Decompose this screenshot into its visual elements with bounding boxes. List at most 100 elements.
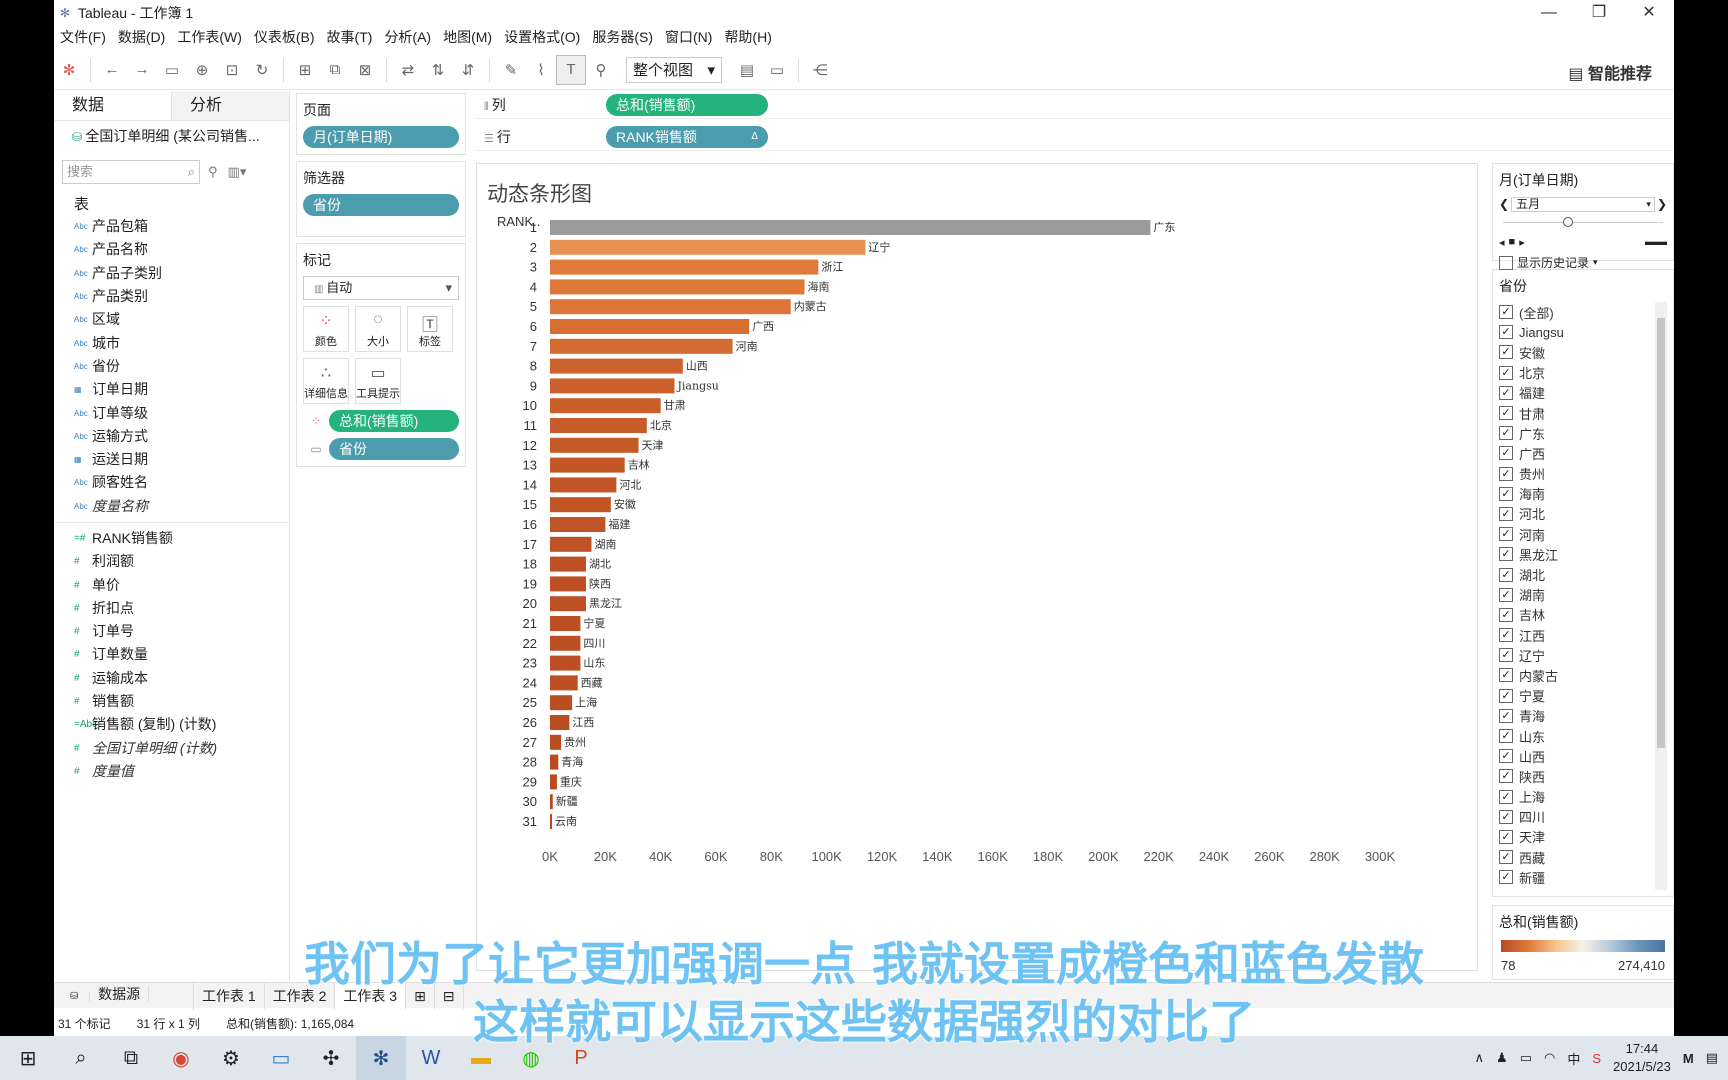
province-filter-item[interactable]: ✓ 吉林	[1499, 605, 1667, 625]
province-filter-item[interactable]: ✓ 河北	[1499, 504, 1667, 524]
bar[interactable]	[550, 299, 791, 315]
dimension-field-12[interactable]: Abc 度量名称	[54, 495, 289, 518]
bar[interactable]	[550, 319, 750, 334]
view-size-select[interactable]: 整个视图 ▾	[626, 56, 722, 83]
sort-descending-icon[interactable]: ⇵	[453, 55, 483, 85]
bar[interactable]	[550, 517, 606, 532]
dimension-field-2[interactable]: Abc 产品子类别	[54, 262, 289, 285]
checkbox-checked-icon[interactable]: ✓	[1499, 789, 1513, 804]
province-filter-item[interactable]: ✓ 新疆	[1499, 867, 1667, 887]
menu-server[interactable]: 服务器(S)	[586, 26, 659, 48]
checkbox-checked-icon[interactable]: ✓	[1499, 547, 1513, 562]
scrollbar[interactable]	[1655, 302, 1667, 890]
dimension-field-10[interactable]: ▦ 运送日期	[54, 448, 289, 471]
checkbox-checked-icon[interactable]: ✓	[1499, 486, 1513, 501]
menu-data[interactable]: 数据(D)	[112, 26, 171, 48]
highlight-icon[interactable]: ✎	[496, 55, 526, 85]
speed-icon[interactable]: ▬▬	[1645, 236, 1667, 248]
wifi-icon[interactable]: ◠	[1544, 1050, 1555, 1066]
refresh-icon[interactable]: ↻	[247, 55, 277, 85]
history-checkbox[interactable]	[1499, 255, 1513, 270]
bar[interactable]	[550, 576, 586, 592]
checkbox-checked-icon[interactable]: ✓	[1499, 829, 1513, 844]
notification-icon[interactable]: ▤	[1706, 1050, 1718, 1066]
dimension-field-3[interactable]: Abc 产品类别	[54, 285, 289, 308]
dimension-field-11[interactable]: Abc 顾客姓名	[54, 471, 289, 494]
search-input[interactable]: 搜索 ⌕	[62, 160, 200, 184]
chevron-up-icon[interactable]: ∧	[1475, 1050, 1485, 1066]
redo-icon[interactable]: →	[127, 55, 157, 85]
province-filter-item[interactable]: ✓ 宁夏	[1499, 686, 1667, 706]
checkbox-checked-icon[interactable]: ✓	[1499, 587, 1513, 602]
checkbox-checked-icon[interactable]: ✓	[1499, 850, 1513, 865]
checkbox-checked-icon[interactable]: ✓	[1499, 325, 1513, 340]
dimension-field-5[interactable]: Abc 城市	[54, 331, 289, 354]
menu-window[interactable]: 窗口(N)	[659, 26, 718, 48]
bar[interactable]	[550, 675, 578, 691]
province-filter-item[interactable]: ✓ 山东	[1499, 726, 1667, 746]
play-backward-icon[interactable]: ◂	[1499, 236, 1505, 249]
bar[interactable]	[550, 418, 647, 433]
checkbox-checked-icon[interactable]: ✓	[1499, 385, 1513, 400]
bar[interactable]	[550, 477, 617, 493]
label-pill[interactable]: 省份	[329, 438, 459, 460]
tab-data[interactable]: 数据	[54, 91, 172, 120]
checkbox-checked-icon[interactable]: ✓	[1499, 466, 1513, 481]
bar[interactable]	[550, 259, 819, 275]
measure-field-9[interactable]: # 全国订单明细 (计数)	[54, 737, 289, 760]
measure-field-0[interactable]: =# RANK销售额	[54, 527, 289, 550]
province-filter-item[interactable]: ✓ (全部)	[1499, 302, 1667, 322]
menu-dashboard[interactable]: 仪表板(B)	[248, 26, 321, 48]
measure-field-2[interactable]: # 单价	[54, 573, 289, 596]
province-filter-item[interactable]: ✓ 黑龙江	[1499, 544, 1667, 564]
new-worksheet-icon[interactable]: ⊞	[290, 55, 320, 85]
play-forward-icon[interactable]: ▸	[1519, 236, 1525, 249]
checkbox-checked-icon[interactable]: ✓	[1499, 365, 1513, 380]
province-filter-item[interactable]: ✓ 内蒙古	[1499, 665, 1667, 685]
checkbox-checked-icon[interactable]: ✓	[1499, 708, 1513, 723]
checkbox-checked-icon[interactable]: ✓	[1499, 426, 1513, 441]
sort-ascending-icon[interactable]: ⇅	[423, 55, 453, 85]
menu-worksheet[interactable]: 工作表(W)	[171, 26, 248, 48]
checkbox-checked-icon[interactable]: ✓	[1499, 809, 1513, 824]
swap-axes-icon[interactable]: ⇄	[393, 55, 423, 85]
province-filter-item[interactable]: ✓ 青海	[1499, 706, 1667, 726]
province-filter-item[interactable]: ✓ 西藏	[1499, 847, 1667, 867]
show-cards-icon[interactable]: ▤	[732, 55, 762, 85]
province-filter-item[interactable]: ✓ 福建	[1499, 383, 1667, 403]
view-options-icon[interactable]: ▥▾	[228, 164, 247, 180]
scrollbar-thumb[interactable]	[1657, 318, 1665, 748]
province-filter-item[interactable]: ✓ 湖北	[1499, 564, 1667, 584]
menu-analysis[interactable]: 分析(A)	[378, 26, 437, 48]
checkbox-checked-icon[interactable]: ✓	[1499, 567, 1513, 582]
bar[interactable]	[550, 715, 570, 730]
province-filter-item[interactable]: ✓ 湖南	[1499, 585, 1667, 605]
share-icon[interactable]: ⋲	[805, 55, 835, 85]
stop-icon[interactable]: ■	[1509, 236, 1516, 248]
checkbox-checked-icon[interactable]: ✓	[1499, 688, 1513, 703]
bar[interactable]	[550, 794, 553, 810]
bar[interactable]	[550, 358, 683, 374]
page-slider[interactable]	[1503, 216, 1663, 230]
checkbox-checked-icon[interactable]: ✓	[1499, 527, 1513, 542]
measure-field-10[interactable]: # 度量值	[54, 760, 289, 783]
columns-pill[interactable]: 总和(销售额)	[606, 93, 768, 116]
dimension-field-1[interactable]: Abc 产品名称	[54, 238, 289, 261]
measure-field-1[interactable]: # 利润额	[54, 550, 289, 573]
bar[interactable]	[550, 616, 581, 631]
menu-help[interactable]: 帮助(H)	[718, 26, 777, 48]
dimension-field-6[interactable]: Abc 省份	[54, 355, 289, 378]
province-filter-item[interactable]: ✓ 上海	[1499, 787, 1667, 807]
bar[interactable]	[550, 437, 639, 453]
columns-shelf[interactable]: ⫴ 列 总和(销售额)	[476, 91, 1674, 119]
bar[interactable]	[550, 635, 581, 651]
show-labels-icon[interactable]: T	[556, 54, 586, 85]
bar[interactable]	[550, 239, 866, 255]
menu-format[interactable]: 设置格式(O)	[498, 26, 586, 48]
previous-page-icon[interactable]: ❮	[1499, 197, 1509, 211]
province-filter-item[interactable]: ✓ 辽宁	[1499, 645, 1667, 665]
measure-field-7[interactable]: # 销售额	[54, 690, 289, 713]
checkbox-checked-icon[interactable]: ✓	[1499, 607, 1513, 622]
province-filter-item[interactable]: ✓ 甘肃	[1499, 403, 1667, 423]
next-page-icon[interactable]: ❯	[1657, 197, 1667, 211]
